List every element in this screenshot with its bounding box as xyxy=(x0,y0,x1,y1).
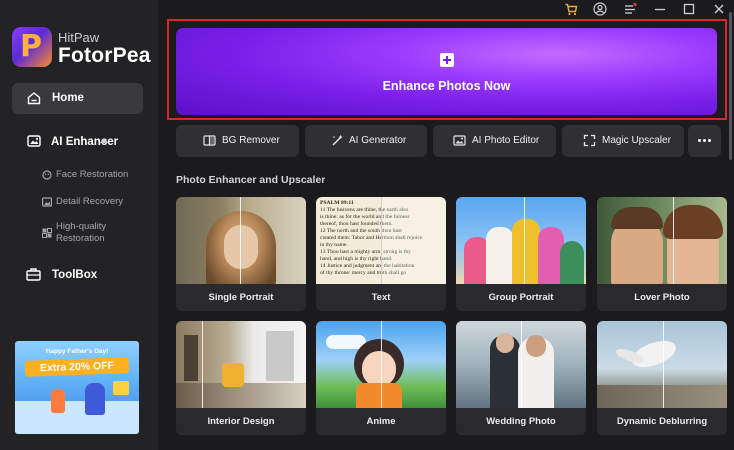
scrollbar[interactable] xyxy=(729,12,732,160)
home-icon xyxy=(27,92,41,105)
card-dynamic-deblurring[interactable]: Dynamic Deblurring xyxy=(597,321,727,435)
tool-label: BG Remover xyxy=(222,135,280,146)
comparison-divider xyxy=(673,197,674,284)
card-label: Wedding Photo xyxy=(456,408,586,435)
card-text[interactable]: PSALM 89:11 11 The heavens are thine, th… xyxy=(316,197,446,311)
tool-label: Magic Upscaler xyxy=(602,135,671,146)
tool-label: AI Photo Editor xyxy=(472,135,540,146)
card-label: Text xyxy=(316,284,446,311)
face-icon xyxy=(42,170,52,180)
sidebar-item-toolbox[interactable]: ToolBox xyxy=(12,262,143,288)
promo-discount: Extra 20% OFF xyxy=(24,357,130,377)
more-dot xyxy=(698,139,701,142)
promo-father-figure xyxy=(85,383,105,415)
blur-overlay xyxy=(381,197,446,284)
bg-remover-button[interactable]: BG Remover xyxy=(176,125,299,157)
brand-name-line2: FotorPea xyxy=(58,44,151,67)
comparison-divider xyxy=(521,321,522,408)
sidebar-item-label: Home xyxy=(52,92,84,104)
magic-wand-icon xyxy=(332,134,343,146)
collapse-caret-icon[interactable] xyxy=(100,138,108,143)
card-single-portrait[interactable]: Single Portrait xyxy=(176,197,306,311)
photo-editor-icon xyxy=(453,135,466,146)
card-label: Anime xyxy=(316,408,446,435)
promo-child-figure xyxy=(51,389,65,413)
sidebar-subitem-label-line2: Restoration xyxy=(56,233,105,244)
lover-photo-image xyxy=(597,197,727,287)
image-icon xyxy=(42,197,52,207)
sidebar-subitem-label-line1: High-quality xyxy=(56,221,107,232)
sidebar-item-home[interactable]: Home xyxy=(12,83,143,114)
toolbox-icon xyxy=(26,268,41,281)
card-label: Lover Photo xyxy=(597,284,727,311)
more-dot xyxy=(703,139,706,142)
card-wedding-photo[interactable]: Wedding Photo xyxy=(456,321,586,435)
promo-banner[interactable]: Happy Father's Day! Extra 20% OFF xyxy=(15,341,139,434)
menu-icon[interactable] xyxy=(623,2,637,16)
comparison-divider xyxy=(663,321,664,408)
sidebar: P HitPaw FotorPea Home AI Enhancer Face … xyxy=(0,0,158,450)
dynamic-deblurring-image xyxy=(597,321,727,408)
promo-ground xyxy=(15,401,139,434)
ai-generator-button[interactable]: AI Generator xyxy=(305,125,427,157)
minimize-icon[interactable] xyxy=(653,2,667,16)
single-portrait-image xyxy=(176,197,306,291)
more-dot xyxy=(708,139,711,142)
bg-remover-icon xyxy=(203,135,216,146)
comparison-divider xyxy=(240,197,241,284)
close-icon[interactable] xyxy=(712,2,726,16)
brand-name-line1: HitPaw xyxy=(58,30,100,45)
card-label: Interior Design xyxy=(176,408,306,435)
grid-icon xyxy=(42,228,52,238)
sidebar-item-ai-enhancer[interactable]: AI Enhancer xyxy=(12,128,143,156)
ai-photo-editor-button[interactable]: AI Photo Editor xyxy=(433,125,556,157)
comparison-divider xyxy=(524,197,525,284)
card-label: Group Portrait xyxy=(456,284,586,311)
group-portrait-image xyxy=(456,197,586,284)
logo-letter: P xyxy=(20,29,42,64)
app-logo: P xyxy=(12,27,52,67)
more-tools-button[interactable] xyxy=(688,125,721,157)
comparison-divider xyxy=(381,321,382,408)
account-icon[interactable] xyxy=(593,2,607,16)
enhance-photos-label: Enhance Photos Now xyxy=(382,79,511,93)
cart-icon[interactable] xyxy=(564,2,578,16)
comparison-divider xyxy=(202,321,203,408)
sidebar-item-label: AI Enhancer xyxy=(51,136,119,148)
add-icon xyxy=(440,53,454,67)
card-label: Dynamic Deblurring xyxy=(597,408,727,435)
enhance-photos-button[interactable]: Enhance Photos Now xyxy=(176,28,717,115)
section-title: Photo Enhancer and Upscaler xyxy=(176,174,326,186)
enhancer-icon xyxy=(27,135,41,147)
comparison-divider xyxy=(381,197,382,284)
card-lover-photo[interactable]: Lover Photo xyxy=(597,197,727,311)
interior-design-image xyxy=(176,321,306,408)
card-interior-design[interactable]: Interior Design xyxy=(176,321,306,435)
sidebar-item-label: ToolBox xyxy=(52,269,98,281)
card-anime[interactable]: Anime xyxy=(316,321,446,435)
card-label: Single Portrait xyxy=(176,284,306,311)
maximize-icon[interactable] xyxy=(682,2,696,16)
sidebar-subitem-label: Detail Recovery xyxy=(56,196,124,207)
promo-title: Happy Father's Day! xyxy=(45,348,109,355)
card-group-portrait[interactable]: Group Portrait xyxy=(456,197,586,311)
upscale-icon xyxy=(583,134,596,147)
sidebar-subitem-label: Face Restoration xyxy=(56,169,129,180)
gift-icon xyxy=(113,381,129,395)
tool-label: AI Generator xyxy=(349,135,407,146)
magic-upscaler-button[interactable]: Magic Upscaler xyxy=(562,125,684,157)
